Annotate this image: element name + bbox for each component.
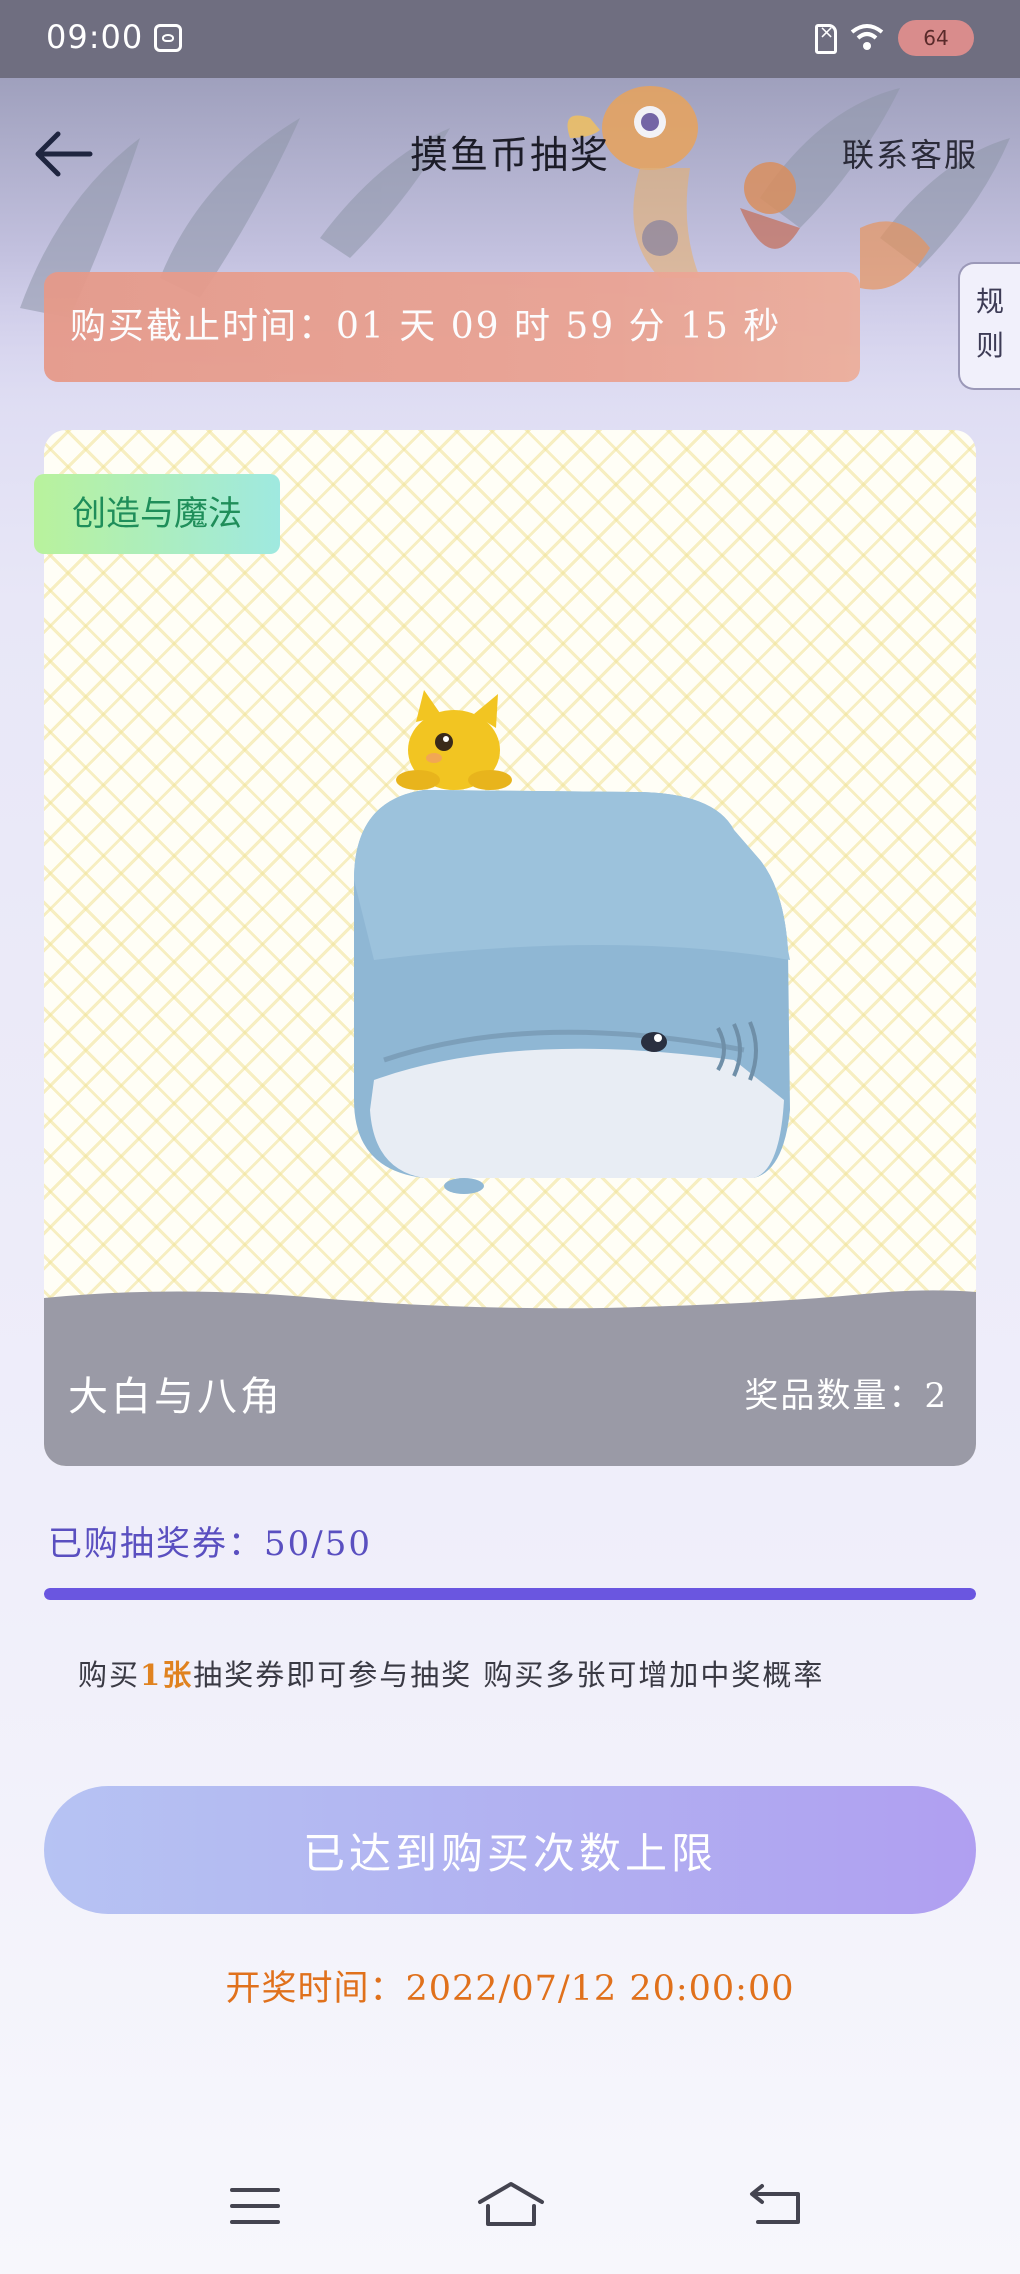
contact-service-link[interactable]: 联系客服 xyxy=(842,130,978,176)
hint-suffix: 抽奖券即可参与抽奖 购买多张可增加中奖概率 xyxy=(193,1658,825,1692)
status-time: 09:00 xyxy=(46,18,144,56)
wifi-icon xyxy=(850,24,884,50)
purchased-tickets-count: 已购抽奖券：50/50 xyxy=(48,1524,372,1564)
prize-name: 大白与八角 xyxy=(68,1374,283,1420)
hint-prefix: 购买 xyxy=(78,1658,141,1692)
prize-card xyxy=(44,430,976,1466)
prize-quantity: 奖品数量：2 xyxy=(744,1376,948,1416)
prize-image xyxy=(354,690,790,1194)
rules-tab-label-2: 则 xyxy=(975,329,1004,362)
rules-tab[interactable]: 规 则 xyxy=(958,262,1020,390)
menu-icon[interactable] xyxy=(230,2186,280,2226)
category-badge: 创造与魔法 xyxy=(34,474,280,554)
hint-highlight: 1张 xyxy=(140,1658,194,1692)
sim-icon xyxy=(815,22,837,54)
ticket-progress-fill xyxy=(44,1588,976,1600)
draw-time: 开奖时间：2022/07/12 20:00:00 xyxy=(225,1969,795,2009)
system-nav-bar xyxy=(0,2160,1020,2274)
status-bar: 09:00 64 xyxy=(0,0,1020,78)
purchase-deadline-banner: 购买截止时间：01 天 09 时 59 分 15 秒 xyxy=(44,272,860,382)
battery-icon: 64 xyxy=(898,20,974,56)
home-icon[interactable] xyxy=(476,2180,546,2230)
back-icon[interactable] xyxy=(748,2182,804,2226)
purchase-hint: 购买1张抽奖券即可参与抽奖 购买多张可增加中奖概率 xyxy=(78,1652,824,1694)
ticket-progress-bar xyxy=(44,1588,976,1600)
app-icon xyxy=(154,24,182,52)
purchase-limit-button[interactable]: 已达到购买次数上限 xyxy=(44,1786,976,1914)
rules-tab-label-1: 规 xyxy=(975,285,1004,318)
